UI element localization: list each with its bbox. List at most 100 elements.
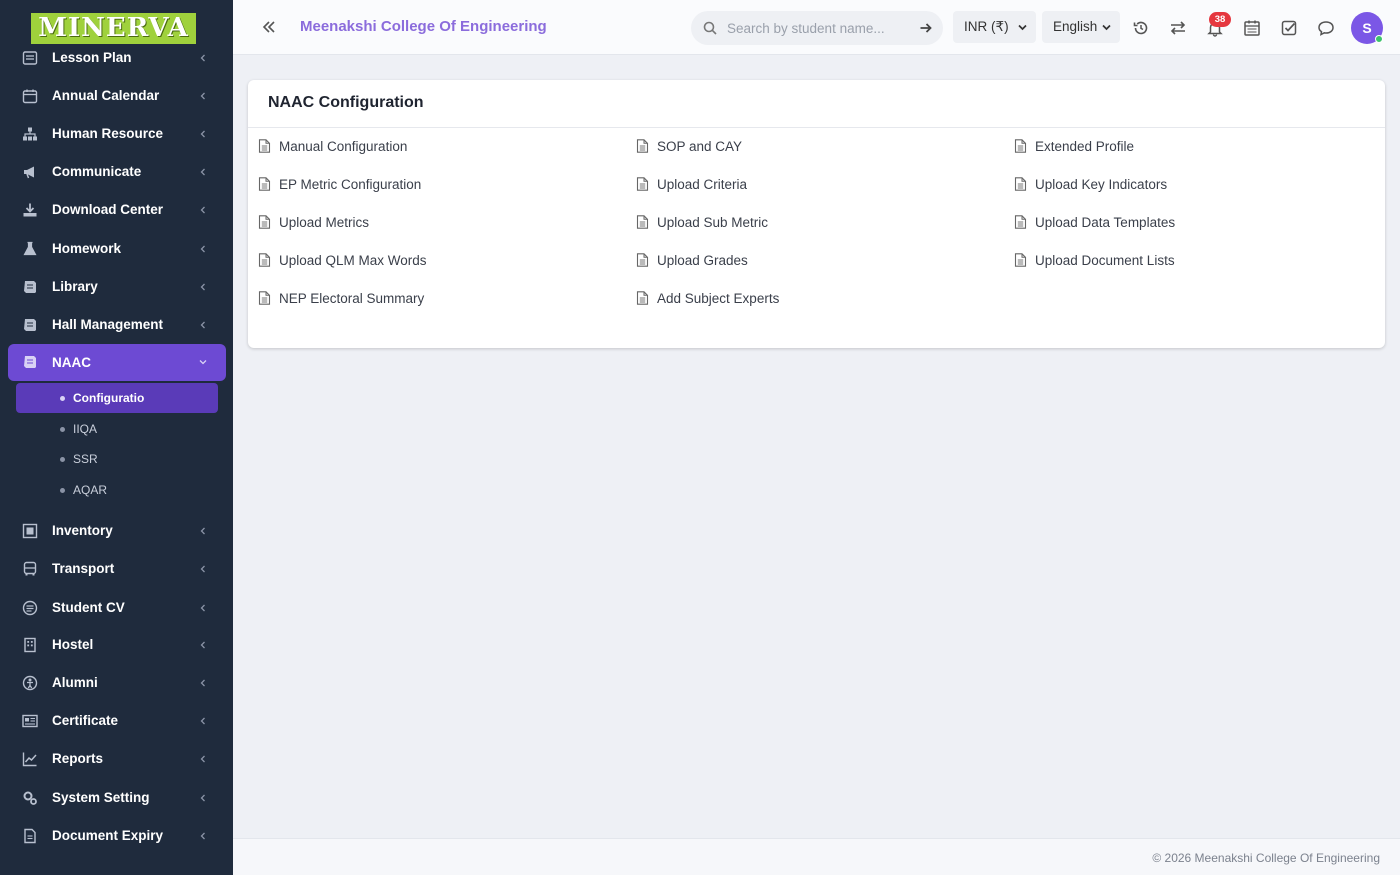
chevron-left-icon bbox=[200, 717, 205, 725]
chevron-left-icon bbox=[200, 168, 205, 176]
arrow-right-icon[interactable] bbox=[919, 21, 933, 35]
file-icon bbox=[1014, 139, 1027, 153]
logo[interactable]: MINERVA bbox=[31, 13, 196, 44]
link-label: Upload Sub Metric bbox=[657, 214, 769, 230]
chevron-left-icon bbox=[200, 283, 205, 291]
file-icon bbox=[636, 215, 649, 229]
sidebar-item-student-cv[interactable]: Student CV bbox=[8, 590, 226, 626]
link-nep-electoral-summary[interactable]: NEP Electoral Summary bbox=[258, 288, 424, 308]
sidebar-item-annual-calendar[interactable]: Annual Calendar bbox=[8, 78, 226, 114]
chevron-left-icon bbox=[200, 679, 205, 687]
divider bbox=[248, 127, 1385, 128]
link-label: NEP Electoral Summary bbox=[279, 290, 425, 306]
sidebar-item-document-expiry[interactable]: Document Expiry bbox=[8, 818, 226, 854]
link-upload-document-lists[interactable]: Upload Document Lists bbox=[1014, 250, 1175, 270]
link-label: Upload Metrics bbox=[279, 214, 370, 230]
link-label: Add Subject Experts bbox=[657, 290, 780, 306]
sidebar-item-label: Student CV bbox=[52, 600, 125, 615]
sidebar-item-system-setting[interactable]: System Setting bbox=[8, 780, 226, 816]
link-extended-profile[interactable]: Extended Profile bbox=[1014, 136, 1134, 156]
chart-line-icon bbox=[22, 751, 38, 767]
swap-icon[interactable] bbox=[1168, 18, 1188, 38]
currency-select[interactable]: INR (₹) bbox=[953, 11, 1036, 43]
cv-icon bbox=[22, 600, 38, 616]
card-title: NAAC Configuration bbox=[268, 94, 424, 111]
sidebar-item-label: Certificate bbox=[52, 713, 119, 728]
sidebar-item-certificate[interactable]: Certificate bbox=[8, 703, 226, 739]
calendar-icon[interactable] bbox=[1242, 18, 1262, 38]
download-icon bbox=[22, 202, 38, 218]
link-add-subject-experts[interactable]: Add Subject Experts bbox=[636, 288, 779, 308]
link-upload-qlm-max-words[interactable]: Upload QLM Max Words bbox=[258, 250, 427, 270]
currency-value: INR (₹) bbox=[964, 19, 1009, 34]
chevron-left-icon bbox=[200, 604, 205, 612]
bus-icon bbox=[22, 561, 38, 577]
sidebar-item-homework[interactable]: Homework bbox=[8, 231, 226, 267]
chevron-left-icon bbox=[200, 130, 205, 138]
link-sop-and-cay[interactable]: SOP and CAY bbox=[636, 136, 742, 156]
sidebar-subitem-aqar[interactable]: AQAR bbox=[16, 475, 218, 505]
file-icon bbox=[636, 253, 649, 267]
link-label: EP Metric Configuration bbox=[279, 176, 422, 192]
sidebar-item-label: Hostel bbox=[52, 637, 94, 652]
file-icon bbox=[636, 291, 649, 305]
sidebar-subitem-iiqa[interactable]: IIQA bbox=[16, 414, 218, 444]
document-icon bbox=[22, 828, 38, 844]
sidebar-item-library[interactable]: Library bbox=[8, 269, 226, 305]
chevron-left-icon bbox=[200, 321, 205, 329]
link-label: Upload Key Indicators bbox=[1035, 176, 1168, 192]
sidebar-subitem-label: AQAR bbox=[73, 483, 108, 497]
sidebar-item-hostel[interactable]: Hostel bbox=[8, 627, 226, 663]
link-label: SOP and CAY bbox=[657, 138, 743, 154]
link-upload-criteria[interactable]: Upload Criteria bbox=[636, 174, 747, 194]
inventory-icon bbox=[22, 523, 38, 539]
copyright-text: © 2026 Meenakshi College Of Engineering bbox=[1152, 851, 1380, 865]
sidebar-item-transport[interactable]: Transport bbox=[8, 551, 226, 587]
sidebar-item-reports[interactable]: Reports bbox=[8, 741, 226, 777]
sidebar-item-hall-management[interactable]: Hall Management bbox=[8, 307, 226, 343]
link-ep-metric-configuration[interactable]: EP Metric Configuration bbox=[258, 174, 421, 194]
chevron-left-icon bbox=[200, 54, 205, 62]
sidebar-subitem-ssr[interactable]: SSR bbox=[16, 444, 218, 474]
college-title[interactable]: Meenakshi College Of Engineering bbox=[300, 18, 547, 35]
chevron-left-icon bbox=[200, 832, 205, 840]
collapse-sidebar-icon[interactable] bbox=[260, 18, 278, 36]
sidebar-item-inventory[interactable]: Inventory bbox=[8, 513, 226, 549]
sidebar-item-label: Human Resource bbox=[52, 126, 164, 141]
top-header: Meenakshi College Of Engineering INR (₹)… bbox=[233, 0, 1400, 55]
sidebar-item-label: Inventory bbox=[52, 523, 113, 538]
language-select[interactable]: English bbox=[1042, 11, 1120, 43]
sidebar-item-human-resource[interactable]: Human Resource bbox=[8, 116, 226, 152]
online-status-indicator bbox=[1375, 35, 1383, 43]
link-upload-grades[interactable]: Upload Grades bbox=[636, 250, 748, 270]
logo-area: MINERVA bbox=[0, 0, 233, 46]
sidebar-item-alumni[interactable]: Alumni bbox=[8, 665, 226, 701]
bullet-icon bbox=[60, 488, 65, 493]
sidebar-item-download-center[interactable]: Download Center bbox=[8, 192, 226, 228]
file-icon bbox=[258, 215, 271, 229]
chevron-left-icon bbox=[200, 565, 205, 573]
history-icon[interactable] bbox=[1131, 18, 1151, 38]
bullet-icon bbox=[60, 457, 65, 462]
chat-icon[interactable] bbox=[1316, 18, 1336, 38]
link-upload-sub-metric[interactable]: Upload Sub Metric bbox=[636, 212, 768, 232]
link-upload-metrics[interactable]: Upload Metrics bbox=[258, 212, 369, 232]
sidebar: Lesson Plan MINERVA Annual Calendar Huma… bbox=[0, 0, 233, 875]
file-icon bbox=[258, 139, 271, 153]
link-upload-data-templates[interactable]: Upload Data Templates bbox=[1014, 212, 1175, 232]
file-icon bbox=[1014, 177, 1027, 191]
sidebar-item-label: Homework bbox=[52, 241, 122, 256]
sidebar-item-label: System Setting bbox=[52, 790, 150, 805]
link-upload-key-indicators[interactable]: Upload Key Indicators bbox=[1014, 174, 1167, 194]
sidebar-item-naac[interactable]: NAAC bbox=[8, 344, 226, 381]
sidebar-item-communicate[interactable]: Communicate bbox=[8, 154, 226, 190]
link-manual-configuration[interactable]: Manual Configuration bbox=[258, 136, 407, 156]
sidebar-subitem-configuration[interactable]: Configuratio bbox=[16, 383, 218, 413]
task-check-icon[interactable] bbox=[1279, 18, 1299, 38]
link-label: Extended Profile bbox=[1035, 138, 1135, 154]
search-input[interactable] bbox=[727, 18, 907, 38]
certificate-icon bbox=[22, 713, 38, 729]
org-chart-icon bbox=[22, 126, 38, 142]
sidebar-subitem-label: Configuratio bbox=[73, 391, 145, 405]
lesson-plan-icon bbox=[22, 50, 38, 66]
